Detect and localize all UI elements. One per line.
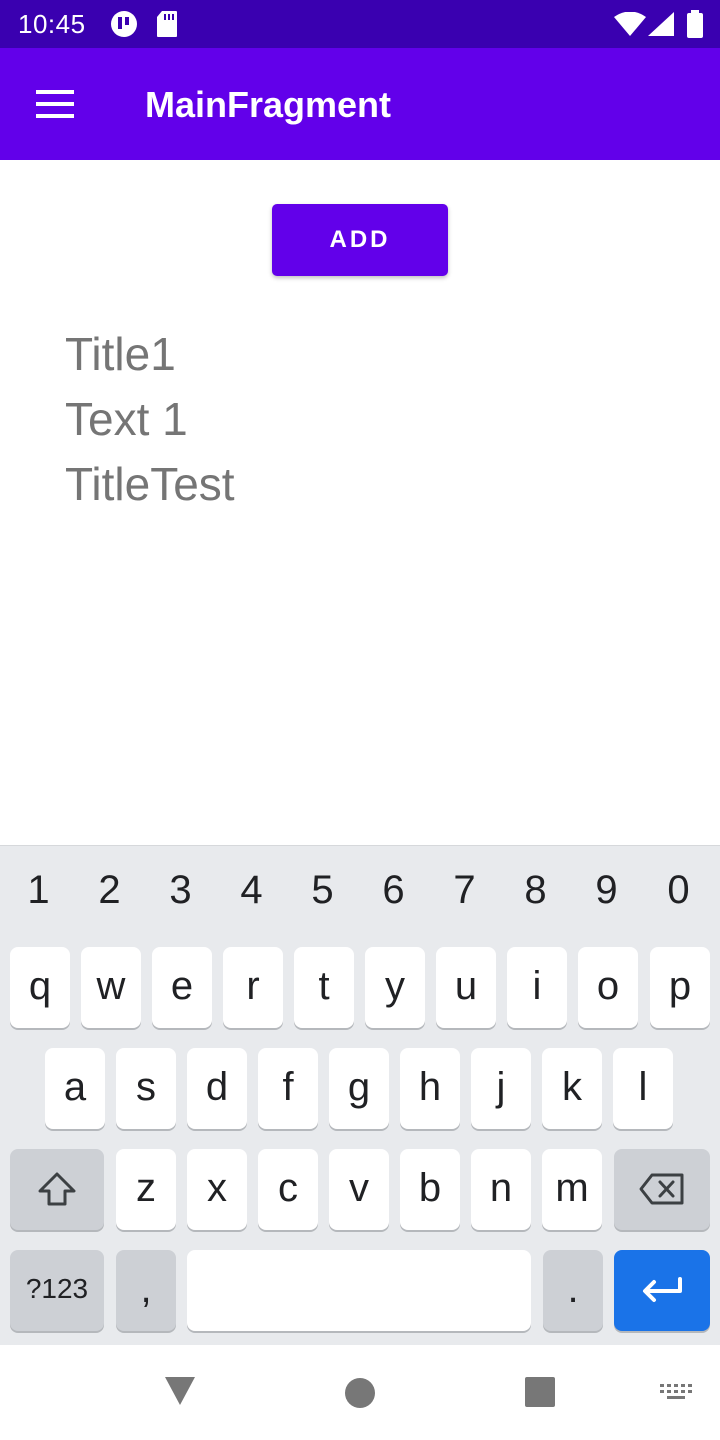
enter-icon — [643, 1277, 682, 1302]
status-bar: 10:45 — [0, 0, 720, 48]
key-k[interactable]: k — [542, 1048, 602, 1129]
navigation-bar — [0, 1346, 720, 1440]
list-item: Title1 — [65, 328, 176, 380]
key-d[interactable]: d — [187, 1048, 247, 1129]
key-7[interactable]: 7 — [429, 868, 500, 913]
cellular-signal-icon — [648, 12, 674, 41]
key-x[interactable]: x — [187, 1149, 247, 1230]
key-5[interactable]: 5 — [287, 868, 358, 913]
key-4[interactable]: 4 — [216, 868, 287, 913]
wifi-icon — [614, 11, 646, 41]
key-c[interactable]: c — [258, 1149, 318, 1230]
key-n[interactable]: n — [471, 1149, 531, 1230]
key-z[interactable]: z — [116, 1149, 176, 1230]
app-bar: MainFragment — [0, 48, 720, 160]
period-key[interactable]: . — [543, 1250, 603, 1331]
key-8[interactable]: 8 — [500, 868, 571, 913]
key-v[interactable]: v — [329, 1149, 389, 1230]
key-s[interactable]: s — [116, 1048, 176, 1129]
home-icon[interactable] — [344, 1377, 376, 1409]
key-b[interactable]: b — [400, 1149, 460, 1230]
key-f[interactable]: f — [258, 1048, 318, 1129]
soft-keyboard: 1 2 3 4 5 6 7 8 9 0 q w e r t y u i o p … — [0, 845, 720, 1345]
key-1[interactable]: 1 — [3, 868, 74, 913]
key-h[interactable]: h — [400, 1048, 460, 1129]
key-l[interactable]: l — [613, 1048, 673, 1129]
hamburger-menu-icon[interactable] — [36, 90, 76, 120]
battery-icon — [686, 10, 704, 43]
key-w[interactable]: w — [81, 947, 141, 1028]
space-key[interactable] — [187, 1250, 531, 1331]
shift-key[interactable] — [10, 1149, 104, 1230]
key-y[interactable]: y — [365, 947, 425, 1028]
key-m[interactable]: m — [542, 1149, 602, 1230]
key-9[interactable]: 9 — [571, 868, 642, 913]
number-row: 1 2 3 4 5 6 7 8 9 0 — [0, 846, 720, 938]
sd-card-icon — [156, 10, 178, 43]
app-title: MainFragment — [145, 84, 392, 125]
backspace-icon — [639, 1173, 684, 1205]
add-button[interactable]: ADD — [272, 204, 448, 276]
backspace-key[interactable] — [614, 1149, 710, 1230]
enter-key[interactable] — [614, 1250, 710, 1331]
key-u[interactable]: u — [436, 947, 496, 1028]
keyboard-switch-icon[interactable] — [660, 1384, 692, 1404]
status-time: 10:45 — [18, 9, 86, 39]
list-item: TitleTest — [65, 458, 235, 510]
key-0[interactable]: 0 — [643, 868, 714, 913]
key-i[interactable]: i — [507, 947, 567, 1028]
key-o[interactable]: o — [578, 947, 638, 1028]
key-g[interactable]: g — [329, 1048, 389, 1129]
notification-app-icon — [110, 10, 138, 43]
key-2[interactable]: 2 — [74, 868, 145, 913]
comma-key[interactable]: , — [116, 1250, 176, 1331]
key-p[interactable]: p — [650, 947, 710, 1028]
list-item: Text 1 — [65, 393, 188, 445]
key-j[interactable]: j — [471, 1048, 531, 1129]
recents-icon[interactable] — [525, 1377, 555, 1407]
back-icon[interactable] — [164, 1376, 196, 1406]
key-q[interactable]: q — [10, 947, 70, 1028]
symbols-key[interactable]: ?123 — [10, 1250, 104, 1331]
item-list: Title1 Text 1 TitleTest — [65, 325, 235, 520]
shift-icon — [38, 1172, 76, 1206]
key-3[interactable]: 3 — [145, 868, 216, 913]
key-6[interactable]: 6 — [358, 868, 429, 913]
key-a[interactable]: a — [45, 1048, 105, 1129]
key-t[interactable]: t — [294, 947, 354, 1028]
key-r[interactable]: r — [223, 947, 283, 1028]
key-e[interactable]: e — [152, 947, 212, 1028]
